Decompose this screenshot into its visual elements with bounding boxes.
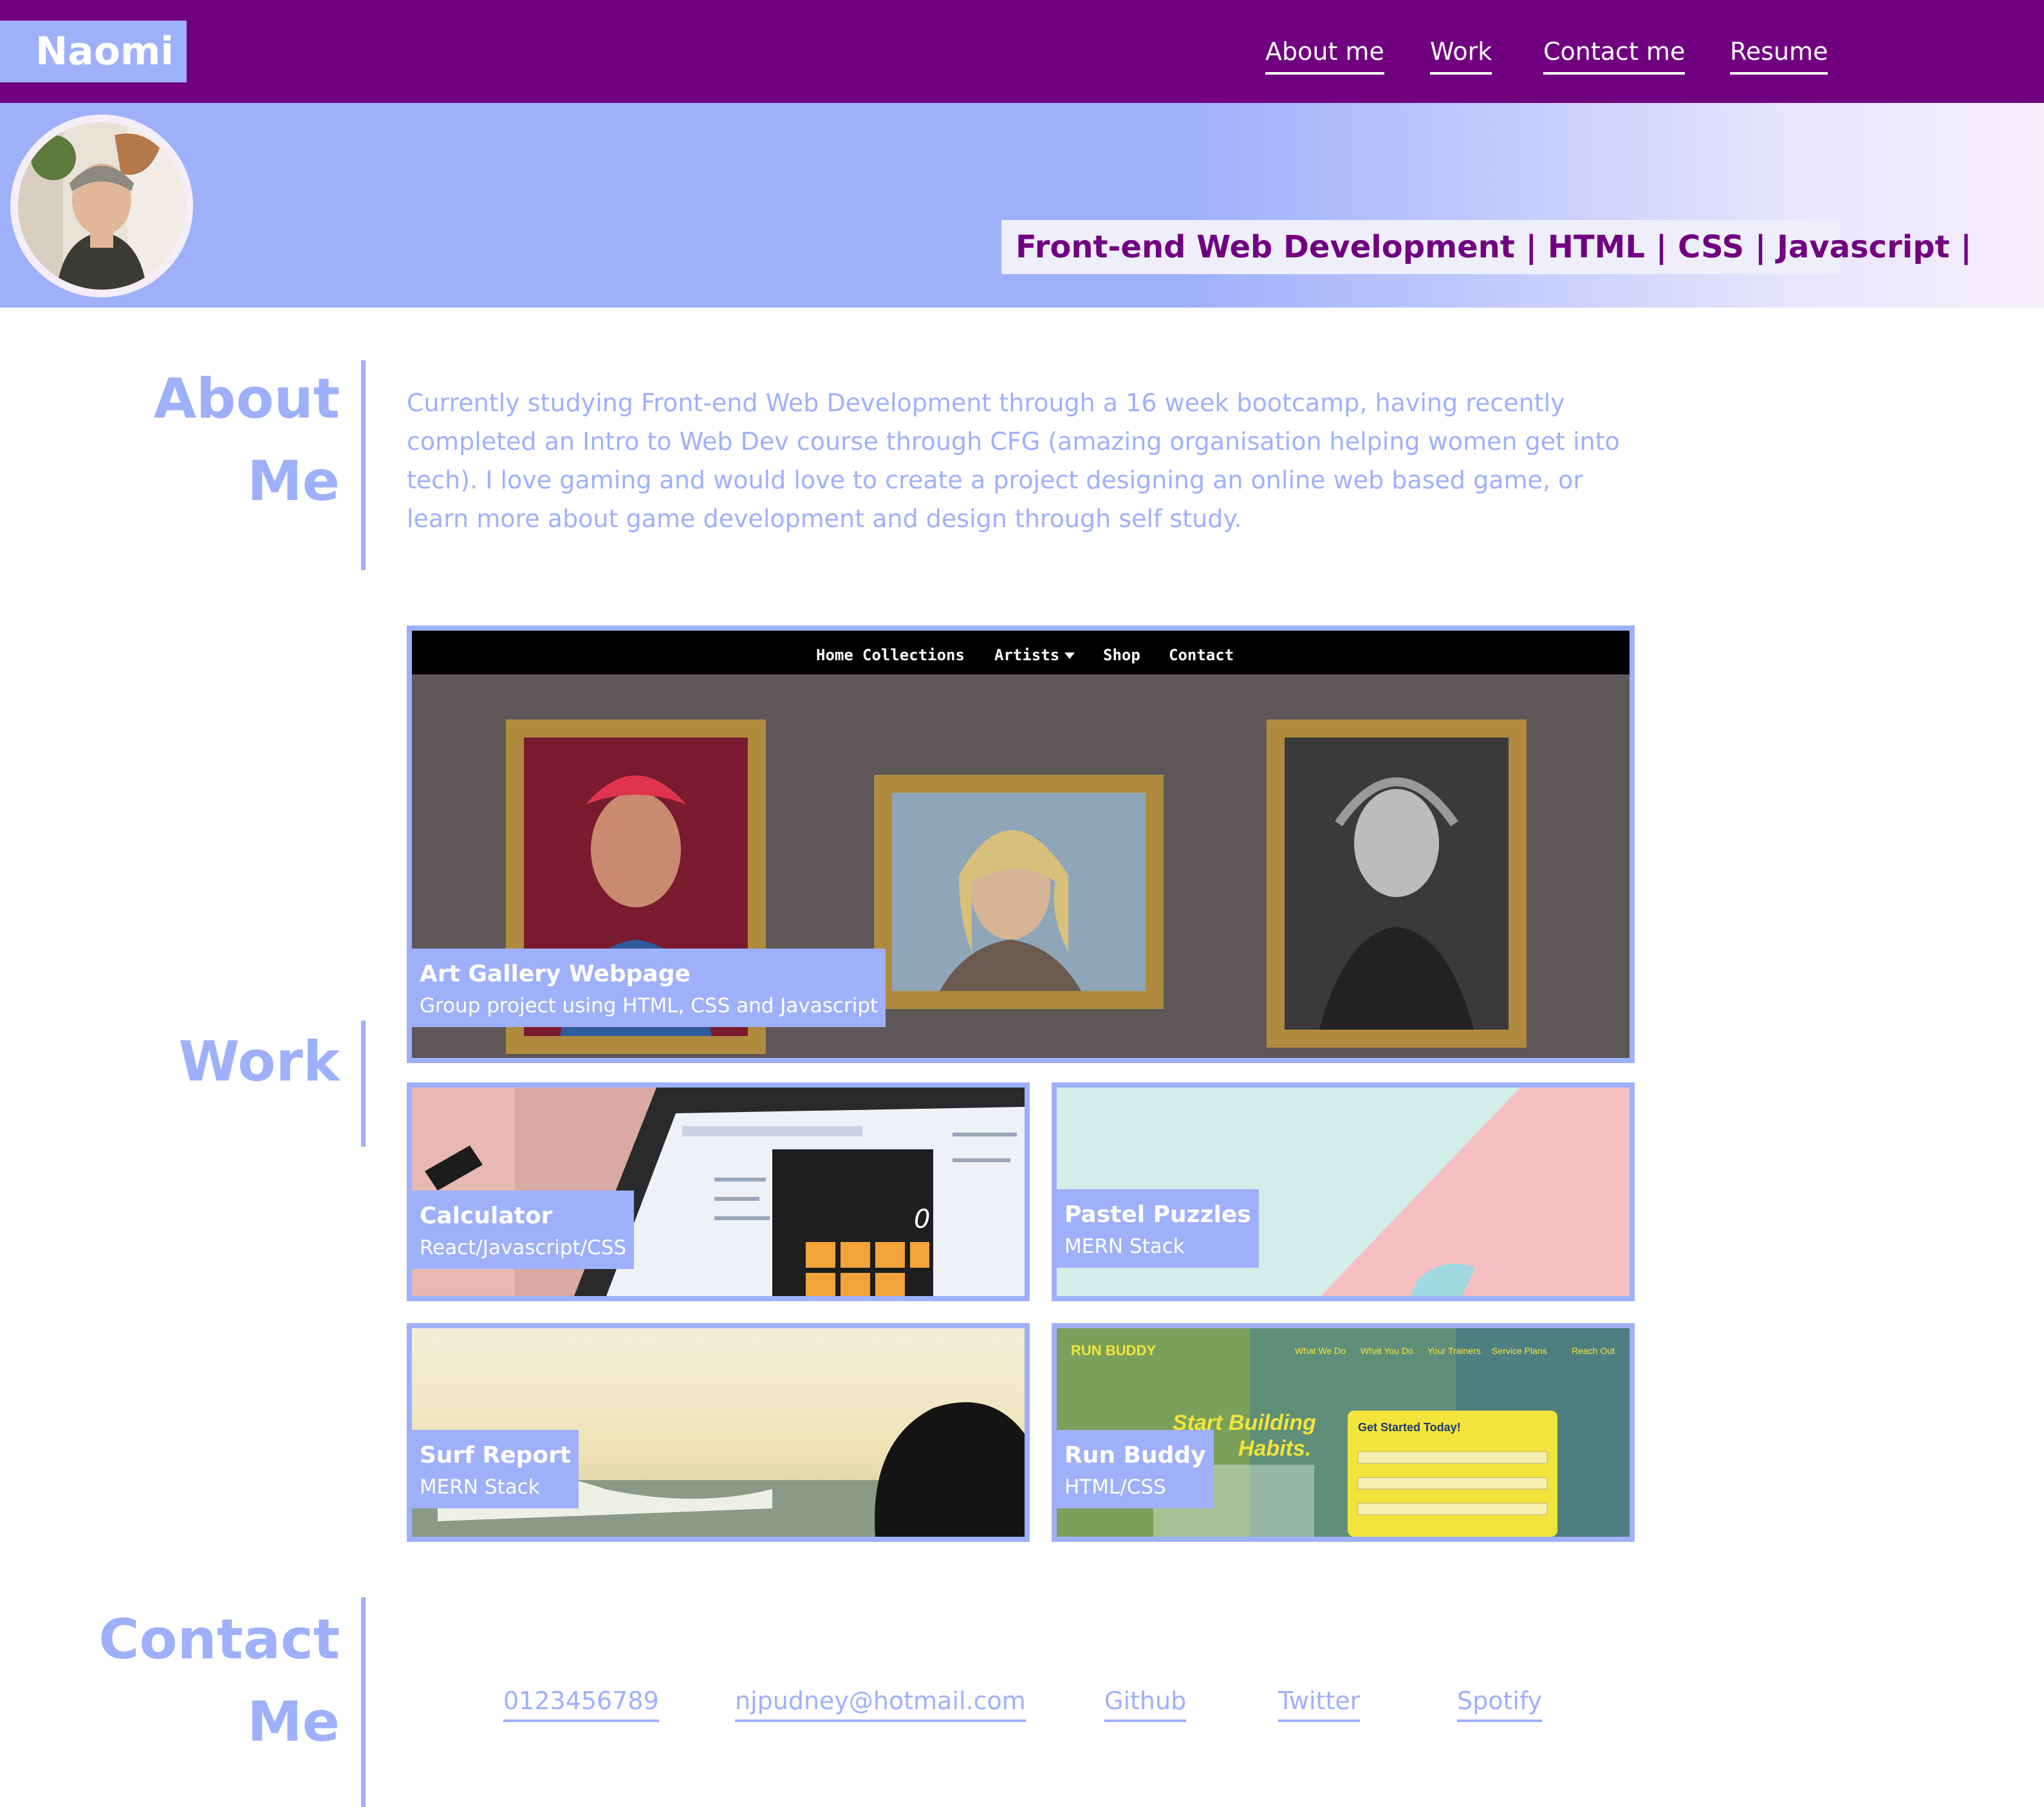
- about-title-line1: About: [153, 367, 340, 431]
- gallery-nav-home: Home: [816, 646, 853, 664]
- nav-link-about-me[interactable]: About me: [1265, 31, 1384, 75]
- run-buddy-nav-2: What You Do: [1361, 1346, 1413, 1356]
- pastel-puzzles-title: Pastel Puzzles: [1064, 1201, 1251, 1228]
- calculator-display-value: 0: [914, 1205, 930, 1234]
- about-title: About Me: [153, 358, 340, 523]
- calculator-title: Calculator: [420, 1203, 553, 1229]
- project-card-run-buddy[interactable]: RUN BUDDY What We Do What You Do Your Tr…: [1052, 1323, 1635, 1542]
- about-divider: [361, 360, 366, 570]
- avatar: [10, 115, 193, 297]
- calculator-subtitle: React/Javascript/CSS: [420, 1236, 627, 1259]
- nav-link-resume[interactable]: Resume: [1730, 31, 1828, 75]
- work-title: Work: [178, 1030, 340, 1094]
- about-title-line2: Me: [247, 449, 340, 514]
- calculator-caption: Calculator React/Javascript/CSS: [412, 1191, 635, 1269]
- run-buddy-subtitle: HTML/CSS: [1064, 1476, 1166, 1499]
- surf-report-title: Surf Report: [420, 1442, 571, 1469]
- project-card-pastel-puzzles[interactable]: Pastel Puzzles MERN Stack: [1052, 1082, 1635, 1301]
- contact-phone-link[interactable]: 0123456789: [503, 1682, 659, 1722]
- contact-title-line1: Contact: [98, 1608, 340, 1672]
- project-card-surf-report[interactable]: Surf Report MERN Stack: [407, 1323, 1030, 1542]
- pastel-puzzles-caption: Pastel Puzzles MERN Stack: [1057, 1189, 1259, 1268]
- run-buddy-caption: Run Buddy HTML/CSS: [1057, 1430, 1214, 1508]
- run-buddy-nav-5: Reach Out: [1572, 1346, 1615, 1356]
- profile-photo: [18, 122, 185, 290]
- run-buddy-nav-3: Your Trainers: [1427, 1346, 1481, 1356]
- run-buddy-title: Run Buddy: [1064, 1442, 1206, 1469]
- surf-report-subtitle: MERN Stack: [420, 1476, 540, 1499]
- surf-report-caption: Surf Report MERN Stack: [412, 1430, 579, 1508]
- run-buddy-nav-1: What We Do: [1295, 1346, 1346, 1356]
- run-buddy-headline-2: Habits.: [1238, 1436, 1311, 1461]
- contact-github-link[interactable]: Github: [1104, 1682, 1187, 1722]
- nav-link-contact-me[interactable]: Contact me: [1543, 31, 1686, 75]
- run-buddy-nav-4: Service Plans: [1492, 1346, 1547, 1356]
- contact-twitter-link[interactable]: Twitter: [1278, 1682, 1361, 1722]
- project-card-art-gallery[interactable]: Home Collections Artists Shop Contact Ar…: [407, 626, 1635, 1063]
- contact-divider: [361, 1597, 366, 1807]
- gallery-nav-collections: Collections: [862, 646, 965, 664]
- gallery-nav-shop: Shop: [1103, 646, 1140, 664]
- contact-title: Contact Me: [98, 1598, 340, 1763]
- brand-logo[interactable]: Naomi: [0, 21, 187, 82]
- art-gallery-caption: Art Gallery Webpage Group project using …: [412, 949, 886, 1027]
- pastel-puzzles-subtitle: MERN Stack: [1064, 1235, 1185, 1258]
- contact-email-link[interactable]: njpudney@hotmail.com: [735, 1682, 1026, 1722]
- run-buddy-brand: RUN BUDDY: [1071, 1342, 1156, 1358]
- nav-link-work[interactable]: Work: [1430, 31, 1492, 75]
- art-gallery-title: Art Gallery Webpage: [420, 961, 691, 987]
- art-gallery-subtitle: Group project using HTML, CSS and Javasc…: [420, 994, 878, 1017]
- top-navbar: Naomi About me Work Contact me Resume: [0, 0, 2044, 103]
- contact-title-line2: Me: [247, 1690, 340, 1754]
- hero-banner: [0, 103, 2044, 308]
- about-text: Currently studying Front-end Web Develop…: [407, 389, 1620, 533]
- gallery-nav-contact: Contact: [1169, 646, 1234, 664]
- run-buddy-form-title: Get Started Today!: [1358, 1421, 1461, 1434]
- gallery-nav-artists: Artists: [994, 646, 1059, 664]
- contact-spotify-link[interactable]: Spotify: [1457, 1682, 1543, 1722]
- project-card-calculator[interactable]: 0 Calculator React/Javascript/CSS: [407, 1082, 1030, 1301]
- tagline: Front-end Web Development | HTML | CSS |…: [1001, 220, 1972, 274]
- work-divider: [361, 1021, 366, 1147]
